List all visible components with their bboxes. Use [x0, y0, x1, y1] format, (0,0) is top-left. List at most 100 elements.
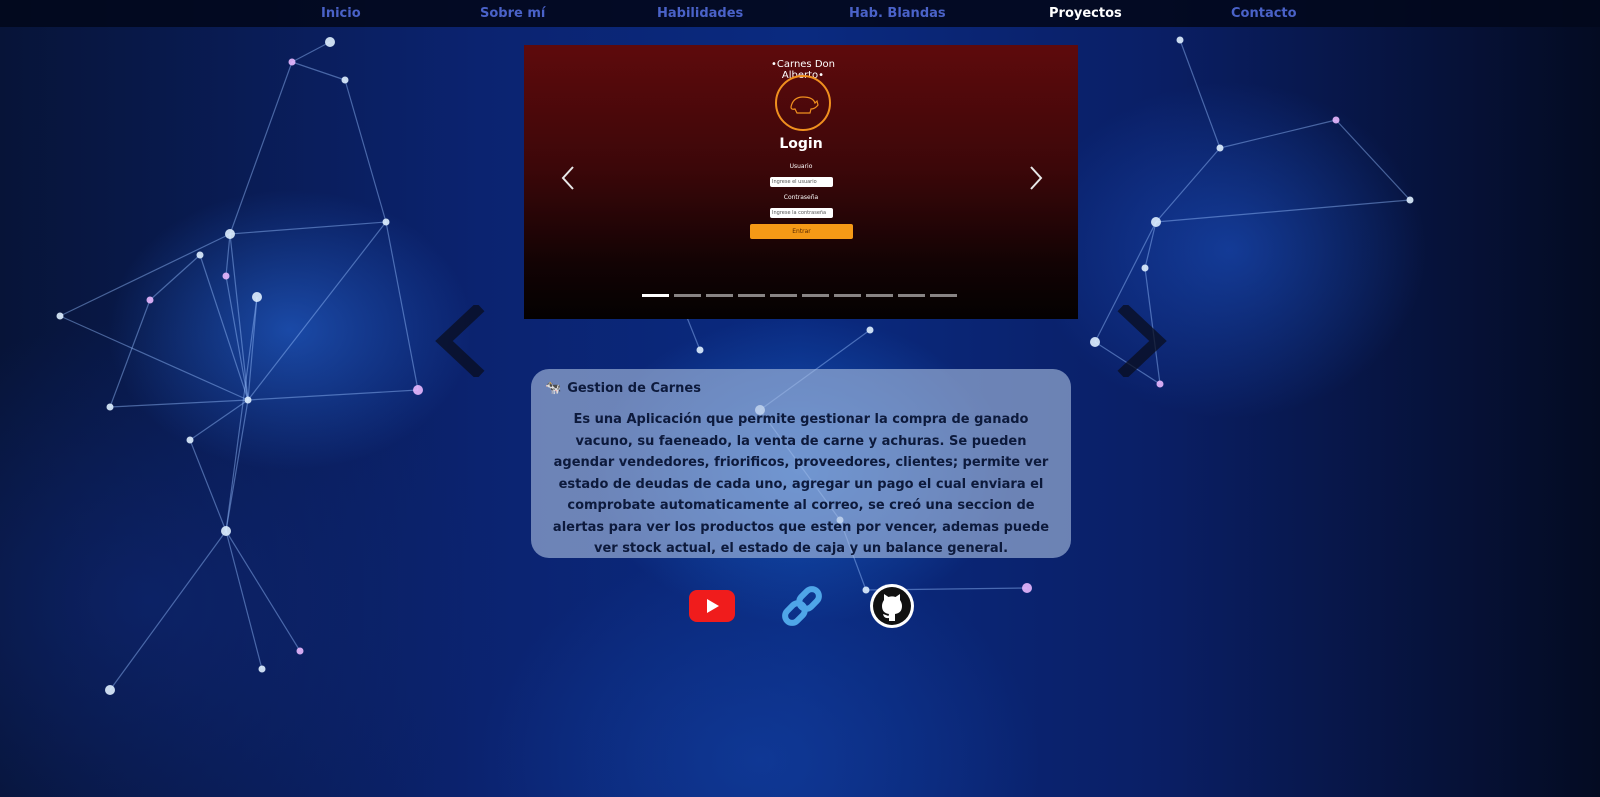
network-node	[1332, 116, 1340, 124]
nav-inicio[interactable]: Inicio	[321, 6, 361, 21]
carousel-indicators	[642, 294, 957, 297]
network-line	[1155, 199, 1411, 223]
network-line	[1144, 221, 1157, 269]
network-line	[109, 399, 249, 408]
carousel-indicator[interactable]	[866, 294, 893, 297]
network-line	[229, 61, 293, 235]
network-line	[291, 61, 346, 81]
screenshot-carousel: •Carnes Don Alberto• Login Usuario Ingre…	[524, 45, 1078, 319]
carousel-indicator[interactable]	[834, 294, 861, 297]
network-line	[59, 233, 231, 317]
network-node	[222, 272, 230, 280]
network-node	[146, 296, 154, 304]
network-node	[382, 218, 390, 226]
network-node	[1090, 337, 1100, 347]
network-line	[1219, 119, 1337, 149]
carousel-next-button[interactable]	[1027, 165, 1045, 191]
project-title-row: 🐄 Gestion de Carnes	[545, 381, 1057, 396]
network-node	[1176, 36, 1184, 44]
password-label: Contraseña	[783, 194, 819, 201]
network-node	[696, 346, 704, 354]
link-icon	[782, 586, 822, 626]
network-node	[1022, 583, 1032, 593]
nav-sobre-mi[interactable]: Sobre mí	[480, 6, 545, 21]
cow-logo-icon	[775, 75, 831, 131]
network-line	[189, 439, 227, 532]
network-node	[1156, 380, 1164, 388]
project-prev-arrow[interactable]	[430, 302, 490, 380]
user-input: Ingrese el usuario	[770, 177, 833, 187]
network-node	[341, 76, 349, 84]
network-line	[109, 530, 227, 691]
nav-hab-blandas[interactable]: Hab. Blandas	[849, 6, 946, 21]
github-link[interactable]	[868, 582, 916, 630]
project-next-arrow[interactable]	[1112, 302, 1172, 380]
network-line	[225, 530, 301, 652]
network-node	[1141, 264, 1149, 272]
carousel-prev-button[interactable]	[559, 165, 577, 191]
network-line	[225, 530, 263, 670]
user-label: Usuario	[789, 163, 813, 170]
youtube-icon	[689, 590, 735, 622]
network-line	[247, 296, 258, 401]
network-node	[221, 526, 231, 536]
chevron-left-icon	[435, 302, 485, 380]
network-line	[247, 389, 419, 401]
network-line	[149, 254, 201, 301]
carousel-indicator[interactable]	[770, 294, 797, 297]
top-navigation: Inicio Sobre mí Habilidades Hab. Blandas…	[0, 0, 1600, 27]
carousel-indicator[interactable]	[738, 294, 765, 297]
network-node	[105, 685, 115, 695]
network-line	[225, 399, 249, 532]
network-line	[1335, 119, 1411, 201]
network-node	[866, 326, 874, 334]
network-node	[244, 396, 252, 404]
network-line	[225, 296, 258, 532]
cow-icon: 🐄	[545, 381, 562, 396]
project-description-card: 🐄 Gestion de Carnes Es una Aplicación qu…	[531, 369, 1071, 558]
network-node	[56, 312, 64, 320]
network-line	[229, 221, 387, 235]
network-node	[252, 292, 262, 302]
carousel-indicator[interactable]	[898, 294, 925, 297]
chevron-right-icon	[1117, 302, 1167, 380]
carousel-indicator[interactable]	[930, 294, 957, 297]
network-node	[106, 403, 114, 411]
network-node	[1151, 217, 1161, 227]
chevron-left-icon	[561, 166, 574, 190]
network-line	[291, 41, 331, 63]
chevron-right-icon	[1030, 166, 1043, 190]
nav-proyectos[interactable]: Proyectos	[1049, 6, 1122, 21]
network-line	[344, 79, 387, 223]
network-line	[59, 315, 249, 401]
network-line	[1179, 39, 1221, 149]
network-line	[225, 233, 231, 277]
network-node	[258, 665, 266, 673]
login-title: Login	[779, 136, 823, 152]
password-input: Ingrese la contraseña	[770, 208, 833, 218]
network-node	[413, 385, 423, 395]
network-line	[385, 221, 419, 391]
carousel-indicator[interactable]	[706, 294, 733, 297]
network-node	[225, 229, 235, 239]
carousel-indicator[interactable]	[802, 294, 829, 297]
carousel-indicator[interactable]	[674, 294, 701, 297]
nav-contacto[interactable]: Contacto	[1231, 6, 1297, 21]
nav-habilidades[interactable]: Habilidades	[657, 6, 743, 21]
project-link[interactable]	[778, 582, 826, 630]
project-title: Gestion de Carnes	[567, 381, 701, 396]
network-node	[288, 58, 296, 66]
login-submit-button: Entrar	[750, 224, 853, 239]
project-description: Es una Aplicación que permite gestionar …	[552, 412, 1050, 556]
youtube-link[interactable]	[688, 582, 736, 630]
network-node	[196, 251, 204, 259]
carousel-indicator[interactable]	[642, 294, 669, 297]
network-node	[1216, 144, 1224, 152]
network-line	[247, 221, 387, 401]
github-icon	[870, 584, 914, 628]
network-line	[1155, 147, 1221, 223]
network-node	[186, 436, 194, 444]
network-node	[296, 647, 304, 655]
network-node	[325, 37, 335, 47]
network-node	[1406, 196, 1414, 204]
